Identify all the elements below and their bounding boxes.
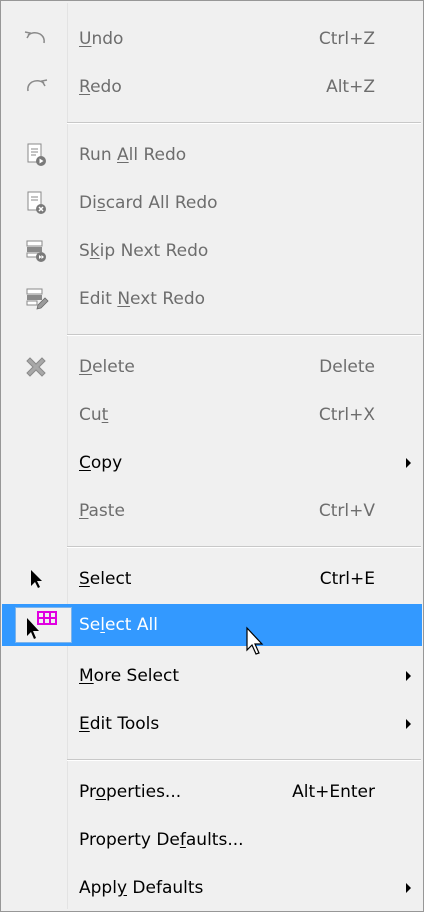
menu-item-undo[interactable]: Undo Ctrl+Z [2, 21, 422, 57]
shortcut-text: Delete [319, 357, 375, 377]
menu-item-label: Run All Redo [79, 145, 187, 165]
menu-item-label: More Select [79, 666, 179, 686]
menu-item-paste[interactable]: Paste Ctrl+V [2, 493, 422, 529]
menu-item-label: Redo [79, 77, 122, 97]
menu-item-apply-defaults[interactable]: Apply Defaults [2, 870, 422, 906]
submenu-arrow-icon [406, 883, 411, 893]
shortcut-text: Ctrl+E [319, 569, 375, 589]
menu-item-delete[interactable]: Delete Delete [2, 349, 422, 385]
delete-x-icon [14, 352, 58, 382]
context-menu: Undo Ctrl+Z Redo Alt+Z Run All Redo Disc… [0, 0, 424, 912]
menu-item-more-select[interactable]: More Select [2, 658, 422, 694]
shortcut-text: Alt+Z [326, 77, 375, 97]
skip-next-redo-icon [14, 236, 58, 266]
menu-item-label: Edit Next Redo [79, 289, 206, 309]
menu-separator [67, 334, 421, 336]
menu-item-skip-next-redo[interactable]: Skip Next Redo [2, 233, 422, 269]
run-all-redo-icon [14, 140, 58, 170]
shortcut-text: Alt+Enter [292, 782, 375, 802]
menu-item-edit-tools[interactable]: Edit Tools [2, 706, 422, 742]
menu-item-property-defaults[interactable]: Property Defaults... [2, 822, 422, 858]
menu-item-label: Paste [79, 501, 125, 521]
submenu-arrow-icon [406, 719, 411, 729]
menu-item-label: Skip Next Redo [79, 241, 209, 261]
undo-arrow-icon [14, 24, 58, 54]
menu-item-redo[interactable]: Redo Alt+Z [2, 69, 422, 105]
menu-item-discard-all-redo[interactable]: Discard All Redo [2, 185, 422, 221]
menu-item-run-all-redo[interactable]: Run All Redo [2, 137, 422, 173]
menu-item-label: Select All [79, 615, 158, 635]
discard-all-redo-icon [14, 188, 58, 218]
select-all-icon [15, 607, 72, 643]
shortcut-text: Ctrl+V [318, 501, 375, 521]
menu-item-label: Cut [79, 405, 109, 425]
menu-item-select-all[interactable]: Select All [2, 604, 422, 646]
menu-item-copy[interactable]: Copy [2, 445, 422, 481]
menu-separator [67, 546, 421, 548]
shortcut-text: Ctrl+Z [318, 29, 375, 49]
submenu-arrow-icon [406, 671, 411, 681]
shortcut-text: Ctrl+X [318, 405, 375, 425]
menu-item-label: Edit Tools [79, 714, 160, 734]
menu-item-label: Discard All Redo [79, 193, 218, 213]
menu-item-label: Select [79, 569, 132, 589]
menu-separator [67, 122, 421, 124]
menu-item-label: Apply Defaults [79, 878, 204, 898]
menu-item-edit-next-redo[interactable]: Edit Next Redo [2, 281, 422, 317]
redo-arrow-icon [14, 72, 58, 102]
menu-item-cut[interactable]: Cut Ctrl+X [2, 397, 422, 433]
menu-item-label: Delete [79, 357, 135, 377]
menu-separator [67, 759, 421, 761]
menu-item-label: Properties... [79, 782, 182, 802]
mouse-cursor-icon [245, 626, 267, 663]
arrow-pointer-icon [14, 564, 58, 594]
menu-item-select[interactable]: Select Ctrl+E [2, 561, 422, 597]
menu-item-label: Copy [79, 453, 123, 473]
menu-item-label: Property Defaults... [79, 830, 244, 850]
edit-next-redo-icon [14, 284, 58, 314]
menu-item-label: Undo [79, 29, 124, 49]
menu-item-properties[interactable]: Properties... Alt+Enter [2, 774, 422, 810]
submenu-arrow-icon [406, 458, 411, 468]
